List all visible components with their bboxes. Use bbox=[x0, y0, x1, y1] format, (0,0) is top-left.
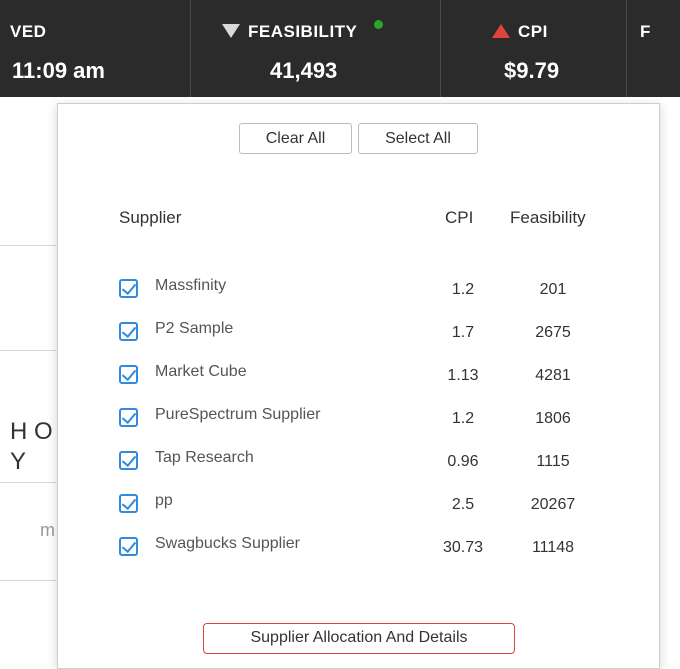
feasibility-label: FEASIBILITY bbox=[248, 22, 358, 41]
feasibility-value: 41,493 bbox=[270, 58, 338, 83]
supplier-row[interactable]: Market Cube 1.13 4281 bbox=[58, 360, 661, 390]
status-dot-icon bbox=[374, 20, 383, 29]
supplier-cpi: 30.73 bbox=[442, 539, 484, 556]
supplier-feasibility: 1115 bbox=[536, 453, 570, 470]
saved-value: 11:09 am bbox=[12, 58, 105, 83]
checkbox-checked-icon[interactable] bbox=[119, 322, 138, 341]
supplier-name: P2 Sample bbox=[155, 320, 234, 337]
supplier-cpi: 1.2 bbox=[451, 410, 475, 427]
select-all-button[interactable]: Select All bbox=[358, 123, 478, 154]
supplier-feasibility: 2675 bbox=[535, 324, 571, 341]
next-stat: F bbox=[626, 0, 680, 97]
cpi-label: CPI bbox=[518, 22, 548, 41]
divider bbox=[0, 482, 56, 483]
saved-stat: VED 11:09 am bbox=[0, 0, 190, 97]
background-text: m bbox=[40, 520, 55, 540]
supplier-cpi: 1.7 bbox=[451, 324, 475, 341]
column-header-feasibility: Feasibility bbox=[510, 208, 586, 227]
checkbox-checked-icon[interactable] bbox=[119, 451, 138, 470]
supplier-cpi: 1.13 bbox=[447, 367, 479, 384]
supplier-name: Market Cube bbox=[155, 363, 247, 380]
checkbox-checked-icon[interactable] bbox=[119, 408, 138, 427]
supplier-row[interactable]: Massfinity 1.2 201 bbox=[58, 274, 661, 304]
supplier-feasibility: 11148 bbox=[531, 539, 575, 556]
supplier-feasibility: 4281 bbox=[535, 367, 571, 384]
supplier-name: PureSpectrum Supplier bbox=[155, 406, 321, 423]
feasibility-stat[interactable]: FEASIBILITY 41,493 bbox=[190, 0, 440, 97]
saved-label: VED bbox=[10, 22, 47, 41]
trend-up-icon bbox=[492, 23, 510, 38]
cpi-stat[interactable]: CPI $9.79 bbox=[440, 0, 626, 97]
checkbox-checked-icon[interactable] bbox=[119, 494, 138, 513]
stats-header: VED 11:09 am FEASIBILITY 41,493 CPI $9.7… bbox=[0, 0, 680, 97]
supplier-row[interactable]: P2 Sample 1.7 2675 bbox=[58, 317, 661, 347]
cpi-value: $9.79 bbox=[504, 58, 560, 83]
background-text: Y bbox=[10, 448, 27, 475]
column-header-supplier: Supplier bbox=[119, 208, 182, 227]
supplier-feasibility: 1806 bbox=[535, 410, 571, 427]
supplier-feasibility: 20267 bbox=[530, 496, 576, 513]
supplier-name: pp bbox=[155, 492, 173, 509]
supplier-name: Tap Research bbox=[155, 449, 254, 466]
divider bbox=[0, 350, 56, 351]
checkbox-checked-icon[interactable] bbox=[119, 537, 138, 556]
supplier-cpi: 0.96 bbox=[447, 453, 479, 470]
supplier-name: Swagbucks Supplier bbox=[155, 535, 300, 552]
supplier-filter-popup: Clear All Select All Supplier CPI Feasib… bbox=[57, 103, 660, 669]
column-header-cpi: CPI bbox=[445, 208, 474, 227]
supplier-cpi: 2.5 bbox=[451, 496, 475, 513]
checkbox-checked-icon[interactable] bbox=[119, 279, 138, 298]
next-label: F bbox=[640, 22, 651, 41]
supplier-allocation-button[interactable]: Supplier Allocation And Details bbox=[203, 623, 515, 654]
background-text: H O bbox=[10, 418, 53, 445]
trend-down-icon bbox=[222, 23, 240, 38]
clear-all-button[interactable]: Clear All bbox=[239, 123, 352, 154]
divider bbox=[0, 580, 56, 581]
supplier-cpi: 1.2 bbox=[451, 281, 475, 298]
supplier-name: Massfinity bbox=[155, 277, 227, 294]
supplier-row[interactable]: PureSpectrum Supplier 1.2 1806 bbox=[58, 403, 661, 433]
supplier-row[interactable]: Swagbucks Supplier 30.73 11148 bbox=[58, 532, 661, 562]
checkbox-checked-icon[interactable] bbox=[119, 365, 138, 384]
supplier-row[interactable]: Tap Research 0.96 1115 bbox=[58, 446, 661, 476]
supplier-row[interactable]: pp 2.5 20267 bbox=[58, 489, 661, 519]
divider bbox=[0, 245, 56, 246]
supplier-feasibility: 201 bbox=[539, 281, 567, 298]
